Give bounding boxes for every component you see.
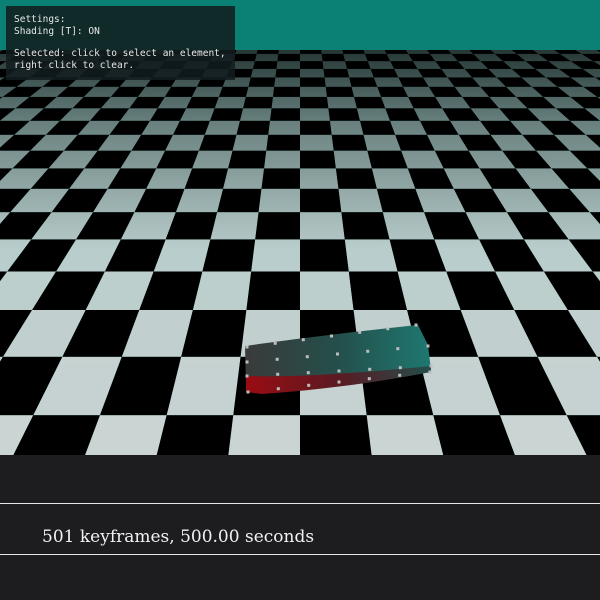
keyframe-info: 501 keyframes, 500.00 seconds bbox=[42, 527, 315, 547]
soft-body-node[interactable] bbox=[275, 357, 279, 361]
soft-body-node[interactable] bbox=[429, 364, 433, 368]
soft-body-node[interactable] bbox=[368, 367, 372, 371]
soft-body-node[interactable] bbox=[367, 377, 371, 381]
soft-body-node[interactable] bbox=[305, 355, 309, 359]
soft-body-node[interactable] bbox=[428, 370, 432, 374]
settings-title: Settings: bbox=[14, 14, 66, 25]
soft-body-node[interactable] bbox=[245, 374, 249, 378]
soft-body-node[interactable] bbox=[301, 338, 305, 342]
timeline-divider-bottom bbox=[0, 554, 600, 555]
floor-tile bbox=[246, 271, 300, 310]
soft-body-node[interactable] bbox=[246, 390, 250, 394]
settings-panel: Settings: Shading [T]: ON Selected: clic… bbox=[6, 6, 235, 80]
soft-body-node[interactable] bbox=[273, 341, 277, 345]
soft-body-node[interactable] bbox=[398, 366, 402, 370]
floor-tile bbox=[228, 415, 300, 455]
floor-tile bbox=[300, 415, 372, 455]
soft-body-node[interactable] bbox=[245, 345, 249, 349]
soft-body-node[interactable] bbox=[276, 372, 280, 376]
soft-body-node[interactable] bbox=[307, 383, 311, 387]
soft-body-node[interactable] bbox=[414, 323, 418, 327]
soft-body-node[interactable] bbox=[426, 344, 430, 348]
soft-body-node[interactable] bbox=[398, 373, 402, 377]
soft-body-node[interactable] bbox=[336, 352, 339, 356]
timeline-divider-top bbox=[0, 503, 600, 504]
selection-hint-line-1: Selected: click to select an element, bbox=[14, 48, 226, 59]
horizon-fog bbox=[0, 50, 600, 250]
floor-tile bbox=[192, 271, 252, 310]
soft-body-node[interactable] bbox=[337, 380, 341, 384]
soft-body-node[interactable] bbox=[366, 349, 370, 353]
soft-body-node[interactable] bbox=[358, 330, 362, 334]
selection-hint-line-2: right click to clear. bbox=[14, 59, 135, 71]
soft-body-node[interactable] bbox=[396, 347, 400, 351]
soft-body-node[interactable] bbox=[306, 371, 310, 375]
shading-toggle-status: Shading [T]: ON bbox=[14, 25, 100, 37]
soft-body-node[interactable] bbox=[337, 369, 341, 373]
soft-body-node[interactable] bbox=[330, 334, 333, 338]
soft-body-node[interactable] bbox=[276, 387, 280, 391]
floor-tile bbox=[348, 271, 408, 310]
soft-body-node[interactable] bbox=[386, 327, 390, 331]
soft-body-node[interactable] bbox=[245, 360, 249, 364]
floor-tile bbox=[300, 271, 354, 310]
